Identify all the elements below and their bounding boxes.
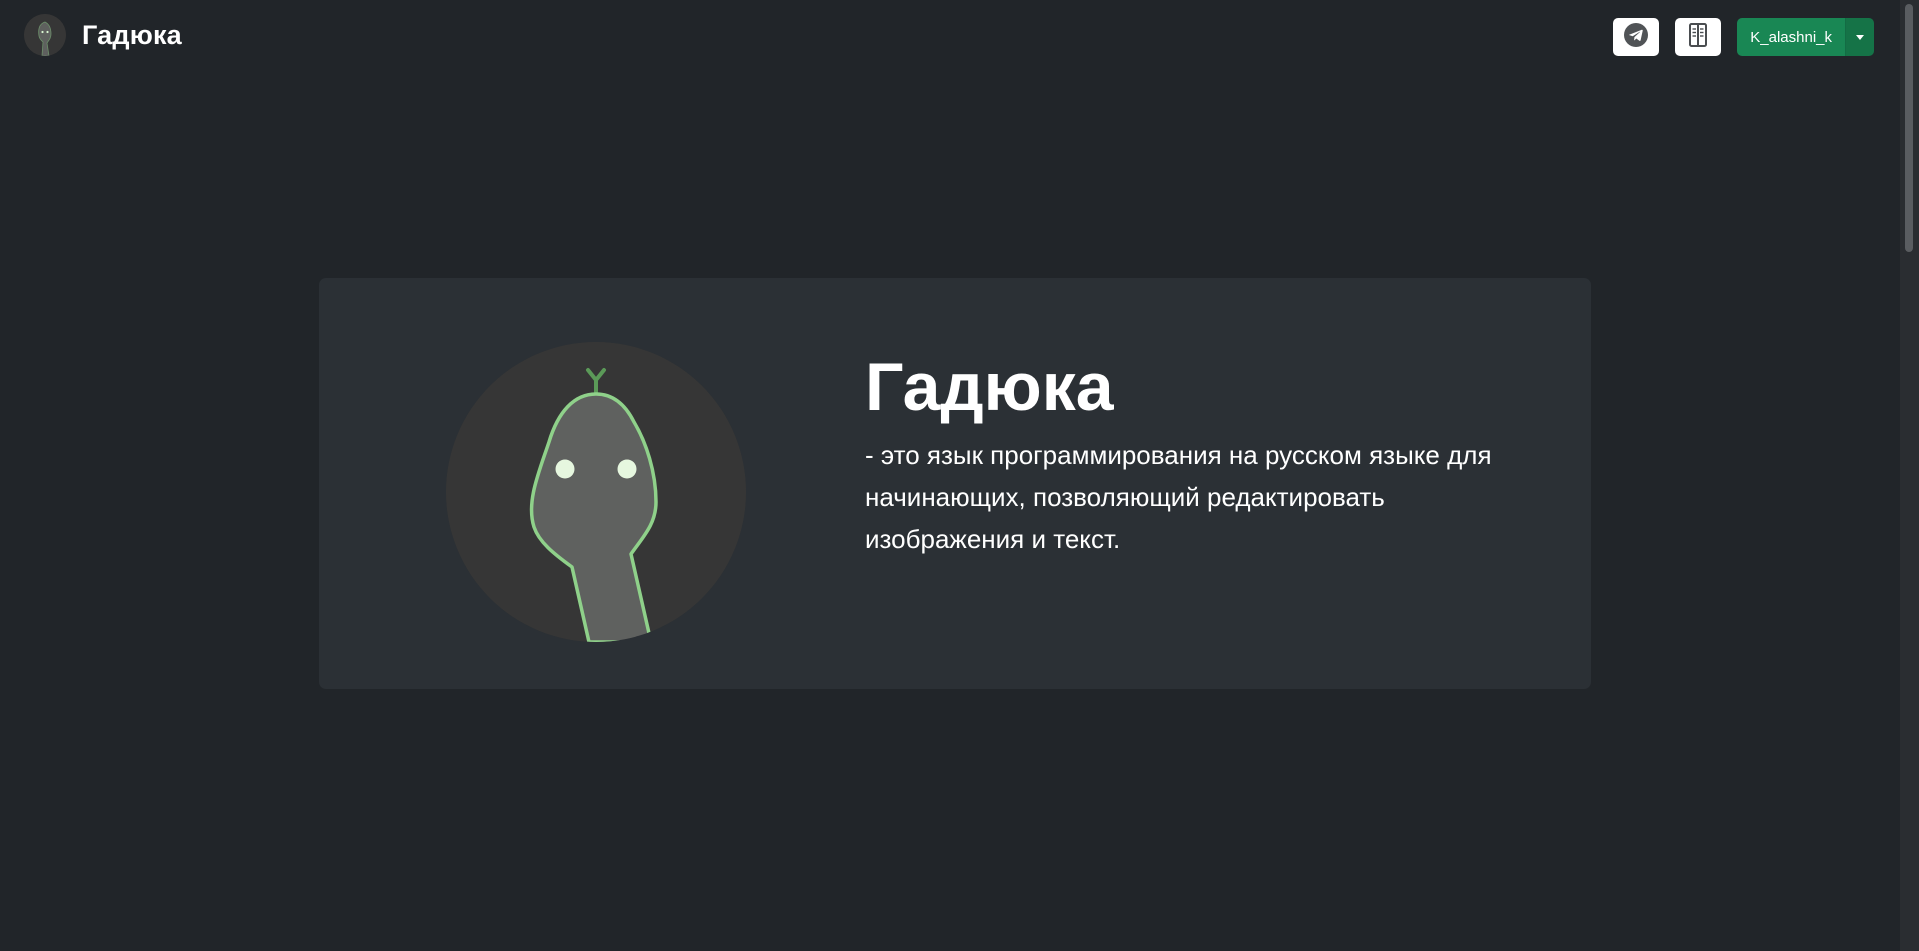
brand-title: Гадюка — [82, 19, 182, 50]
page: Гадюка K_alashni_k Гадюка - это язык про… — [0, 0, 1919, 951]
telegram-button[interactable] — [1613, 18, 1660, 56]
docs-button[interactable] — [1675, 18, 1722, 56]
snake-logo-icon — [24, 14, 66, 56]
snake-mascot-icon — [446, 342, 746, 642]
chevron-down-icon — [1856, 34, 1864, 40]
book-icon — [1687, 22, 1709, 53]
user-name-label[interactable]: K_alashni_k — [1737, 18, 1845, 56]
telegram-icon — [1623, 22, 1649, 53]
user-menu-button[interactable]: K_alashni_k — [1737, 18, 1874, 56]
hero-title: Гадюка — [865, 349, 1114, 425]
navbar: Гадюка K_alashni_k — [0, 0, 1900, 74]
hero-text: Гадюка - это язык программирования на ру… — [865, 348, 1505, 560]
scrollbar-thumb[interactable] — [1905, 4, 1913, 252]
user-menu-toggle[interactable] — [1845, 18, 1874, 56]
page-scrollbar[interactable] — [1900, 0, 1919, 951]
nav-actions: K_alashni_k — [1613, 18, 1874, 56]
brand-link[interactable]: Гадюка — [24, 14, 182, 56]
hero-card: Гадюка - это язык программирования на ру… — [319, 278, 1591, 689]
hero-description: - это язык программирования на русском я… — [865, 440, 1492, 555]
